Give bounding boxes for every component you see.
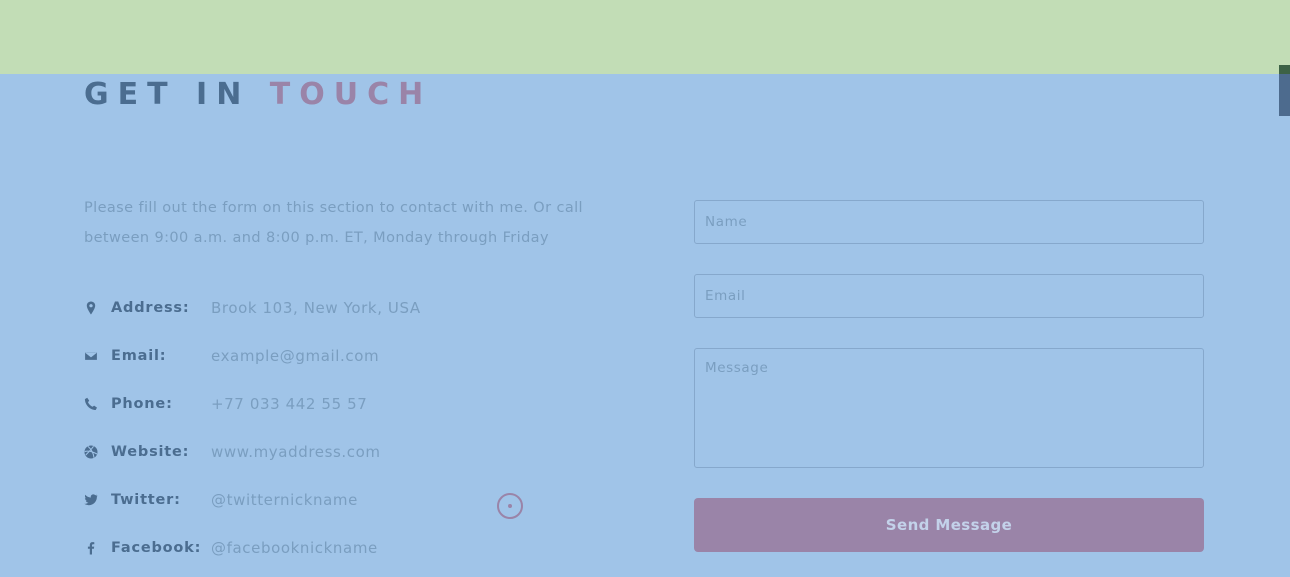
facebook-label: Facebook: <box>111 540 202 556</box>
phone-row: Phone: +77 033 442 55 57 <box>84 392 367 416</box>
email-input[interactable] <box>694 274 1204 318</box>
title-part-2: TOUCH <box>269 77 433 112</box>
website-row: Website: www.myaddress.com <box>84 440 380 464</box>
facebook-row: Facebook: @facebooknickname <box>84 536 377 560</box>
phone-value[interactable]: +77 033 442 55 57 <box>211 392 367 416</box>
twitter-value[interactable]: @twitternickname <box>211 488 358 512</box>
email-row: Email: example@gmail.com <box>84 344 379 368</box>
message-textarea[interactable] <box>694 348 1204 468</box>
address-row: Address: Brook 103, New York, USA <box>84 296 420 320</box>
cursor-indicator <box>497 493 523 519</box>
address-label: Address: <box>111 300 190 316</box>
phone-icon <box>84 397 98 411</box>
twitter-label: Twitter: <box>111 492 181 508</box>
scroll-indicator[interactable] <box>1279 65 1290 116</box>
phone-label: Phone: <box>111 396 173 412</box>
map-pin-icon <box>84 301 98 315</box>
website-value[interactable]: www.myaddress.com <box>211 440 381 464</box>
email-value[interactable]: example@gmail.com <box>211 344 379 368</box>
send-message-button[interactable]: Send Message <box>694 498 1204 552</box>
twitter-icon <box>84 493 98 507</box>
top-band <box>0 0 1290 74</box>
envelope-icon <box>84 349 98 363</box>
website-label: Website: <box>111 444 190 460</box>
title-part-1: GET IN <box>84 77 251 112</box>
globe-icon <box>84 445 98 459</box>
address-value: Brook 103, New York, USA <box>211 299 421 317</box>
email-label: Email: <box>111 348 167 364</box>
facebook-icon <box>84 541 98 555</box>
name-input[interactable] <box>694 200 1204 244</box>
twitter-row: Twitter: @twitternickname <box>84 488 357 512</box>
section-title: GET IN TOUCH <box>84 77 432 113</box>
intro-text: Please fill out the form on this section… <box>84 200 583 246</box>
facebook-value[interactable]: @facebooknickname <box>211 536 378 560</box>
